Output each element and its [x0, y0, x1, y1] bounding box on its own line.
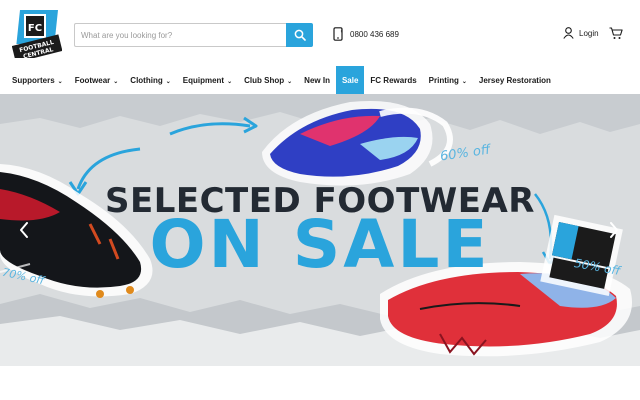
- logo-monogram: FC: [28, 23, 42, 34]
- chevron-down-icon: ⌄: [57, 78, 63, 85]
- chevron-down-icon: ⌄: [287, 78, 293, 85]
- user-icon: [563, 27, 574, 39]
- cart-icon: [609, 27, 623, 39]
- chevron-down-icon: ⌄: [113, 78, 119, 85]
- phone-number: 0800 436 689: [350, 29, 399, 39]
- nav-item-jersey-restoration[interactable]: Jersey Restoration: [473, 66, 557, 94]
- carousel-next-button[interactable]: [606, 218, 622, 242]
- nav-label: Clothing: [130, 75, 163, 85]
- phone-contact[interactable]: 0800 436 689: [333, 27, 399, 41]
- brand-logo[interactable]: FC FOOTBALL CENTRAL: [11, 10, 63, 63]
- carousel-prev-button[interactable]: [16, 218, 32, 242]
- page-below-fold: [0, 366, 640, 400]
- cart-button[interactable]: [609, 27, 623, 45]
- nav-label: Footwear: [74, 75, 111, 85]
- phone-icon: [333, 27, 343, 41]
- hero-headline-line2: ON SALE: [149, 206, 491, 283]
- nav-item-club-shop[interactable]: Club Shop ⌄: [238, 66, 298, 94]
- nav-label: FC Rewards: [370, 75, 417, 85]
- nav-item-clothing[interactable]: Clothing ⌄: [124, 66, 176, 94]
- main-nav: Supporters ⌄ Footwear ⌄ Clothing ⌄ Equip…: [0, 66, 640, 94]
- nav-item-supporters[interactable]: Supporters ⌄: [6, 66, 69, 94]
- nav-label: Printing: [428, 75, 459, 85]
- nav-item-sale[interactable]: Sale: [335, 66, 365, 94]
- nav-item-new-in[interactable]: New In: [298, 66, 336, 94]
- nav-item-footwear[interactable]: Footwear ⌄: [69, 66, 125, 94]
- search-bar: [74, 23, 313, 47]
- nav-label: Jersey Restoration: [478, 75, 551, 85]
- nav-item-equipment[interactable]: Equipment ⌄: [177, 66, 238, 94]
- chevron-down-icon: ⌄: [165, 78, 171, 85]
- chevron-left-icon: [20, 222, 28, 238]
- nav-label: Sale: [341, 75, 359, 85]
- nav-label: Club Shop: [244, 75, 285, 85]
- hero-banner[interactable]: SELECTED FOOTWEAR ON SALE 60% off 70% of…: [0, 94, 640, 366]
- nav-label: New In: [304, 75, 330, 85]
- chevron-down-icon: ⌄: [461, 78, 467, 85]
- chevron-down-icon: ⌄: [227, 78, 233, 85]
- search-input[interactable]: [74, 23, 286, 47]
- nav-label: Equipment: [182, 75, 225, 85]
- login-link[interactable]: Login: [563, 27, 599, 39]
- chevron-right-icon: [610, 222, 618, 238]
- login-label: Login: [579, 28, 599, 38]
- search-icon: [294, 29, 306, 41]
- nav-item-fc-rewards[interactable]: FC Rewards: [364, 66, 422, 94]
- search-button[interactable]: [286, 23, 313, 47]
- site-header: FC FOOTBALL CENTRAL 0800 436 689: [0, 0, 640, 66]
- nav-item-printing[interactable]: Printing ⌄: [423, 66, 473, 94]
- nav-label: Supporters: [12, 75, 55, 85]
